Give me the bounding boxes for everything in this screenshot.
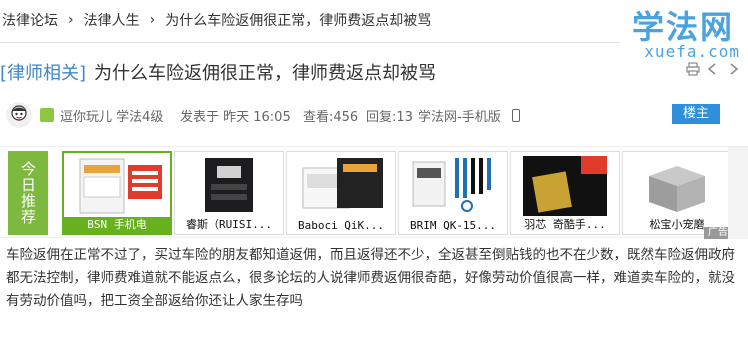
post-content: 车险返佣在正常不过了，买过车险的朋友都知道返佣，而且返得还不少，全返甚至倒贴钱的…	[6, 247, 735, 309]
breadcrumb-separator: ›	[68, 12, 74, 28]
recommend-bar: 今日推荐 BSN 手机电 睿斯（RUISI... Baboci QiK... B…	[0, 146, 748, 239]
recommend-item[interactable]: 睿斯（RUISI...	[174, 151, 284, 235]
recommend-item[interactable]: Baboci QiK...	[286, 151, 396, 235]
recommend-item-caption: BRIM QK-15...	[409, 219, 497, 232]
grey-block-image	[649, 166, 705, 212]
battery-gold-image	[523, 156, 607, 216]
author-level: 学法4级	[116, 110, 164, 125]
print-icon[interactable]	[686, 62, 700, 76]
recommend-label: 今日推荐	[8, 151, 48, 235]
post-source[interactable]: 学法网-手机版	[418, 106, 501, 125]
recommend-item[interactable]: BRIM QK-15...	[398, 151, 508, 235]
breadcrumb-separator: ›	[149, 12, 156, 28]
recommend-item-caption: Baboci QiK...	[297, 219, 385, 232]
author-info: 逗你玩儿 学法4级	[60, 106, 163, 125]
prev-arrow-icon[interactable]	[706, 62, 720, 76]
battery-white-image	[79, 158, 162, 214]
post-time: 发表于 昨天 16:05	[180, 110, 291, 125]
title-tools	[686, 62, 740, 76]
recommend-item-caption: 羽芯 奇酷手...	[524, 218, 606, 231]
breadcrumb-current[interactable]: 为什么车险返佣很正常，律师费返点却被骂	[163, 10, 433, 30]
recommend-item-caption: BSN 手机电	[64, 217, 170, 233]
breadcrumb-forum[interactable]: 法律论坛	[0, 10, 60, 30]
avatar[interactable]	[6, 102, 32, 128]
recommend-scroll-handle[interactable]	[728, 147, 748, 239]
breadcrumb: 法律论坛 › 法律人生 › 为什么车险返佣很正常，律师费返点却被骂	[0, 0, 640, 40]
post-title: 为什么车险返佣很正常，律师费返点却被骂	[94, 63, 437, 84]
post-category-tag[interactable]: [律师相关]	[0, 59, 86, 85]
breadcrumb-section[interactable]: 法律人生	[82, 10, 142, 30]
owner-button[interactable]: 楼主	[672, 104, 720, 124]
mobile-phone-icon	[512, 109, 520, 122]
battery-black-image	[205, 158, 253, 212]
site-logo[interactable]: 学法网 xuefa.com	[613, 2, 748, 62]
post-meta: 逗你玩儿 学法4级 发表于 昨天 16:05 查看:456 回复:13 学法网-…	[0, 100, 748, 134]
recommend-item[interactable]: 羽芯 奇酷手...	[510, 151, 620, 235]
battery-white-2-image	[302, 158, 383, 209]
next-arrow-icon[interactable]	[726, 62, 740, 76]
tool-kit-image	[412, 158, 491, 212]
divider	[0, 42, 620, 43]
user-level-icon	[40, 108, 54, 122]
reply-count: 回复:13	[366, 110, 413, 125]
logo-domain-text: xuefa.com	[644, 42, 740, 61]
post-title-row: [律师相关] 为什么车险返佣很正常，律师费返点却被骂	[0, 50, 630, 94]
view-count: 查看:456	[303, 110, 359, 125]
recommend-item[interactable]: BSN 手机电	[62, 151, 172, 235]
author-name[interactable]: 逗你玩儿	[60, 110, 112, 125]
recommend-item[interactable]: 松宝小宠磨	[622, 151, 732, 235]
recommend-item-caption: 睿斯（RUISI...	[186, 218, 272, 231]
